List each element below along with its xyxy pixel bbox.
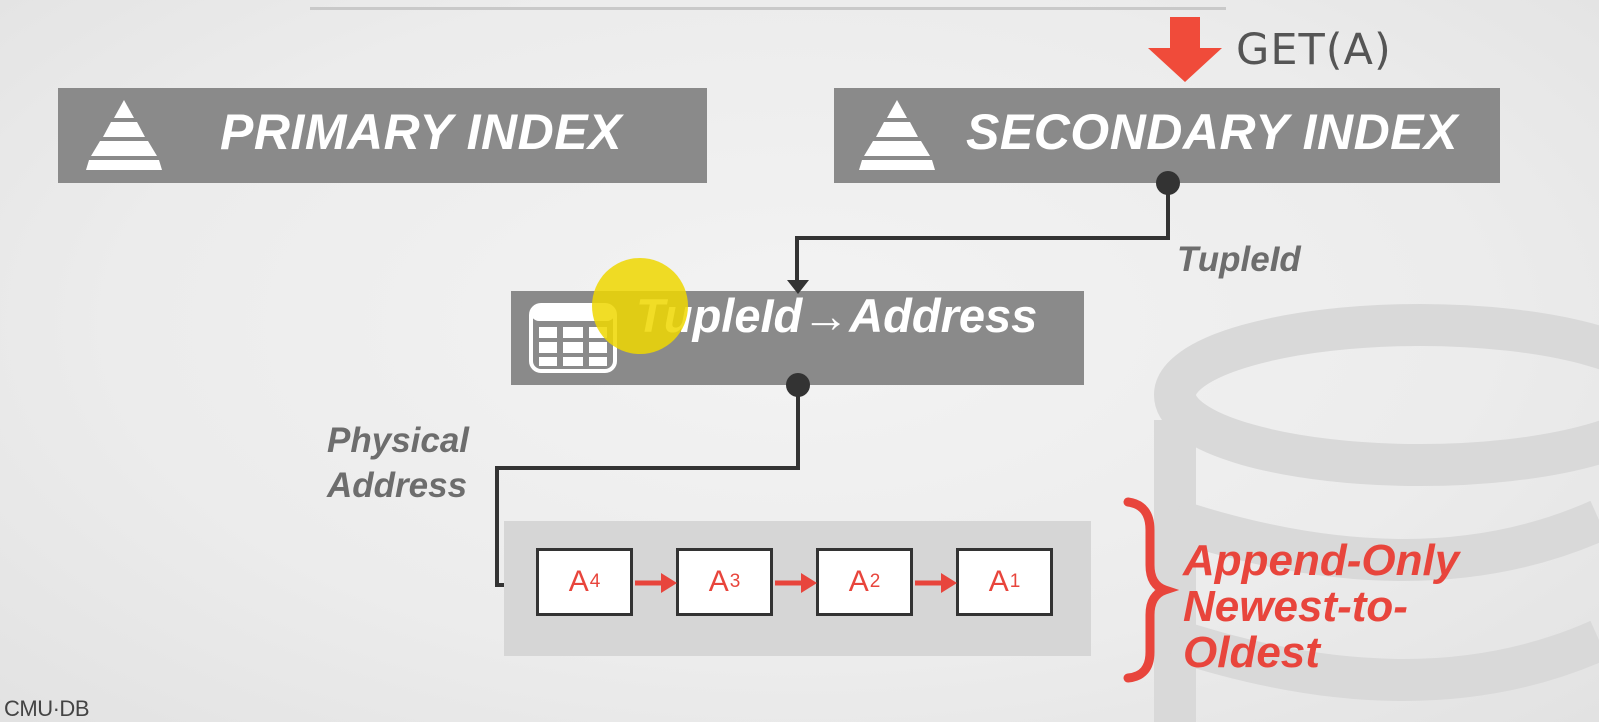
append-only-line3: Oldest	[1183, 628, 1320, 677]
append-only-line2: Newest-to-	[1183, 582, 1408, 631]
append-only-note: Append-Only Newest-to- Oldest	[1183, 538, 1459, 676]
append-only-line1: Append-Only	[1183, 536, 1460, 585]
cmu-db-logo: CMU·DB	[4, 696, 90, 721]
curly-brace-icon	[1123, 497, 1180, 683]
